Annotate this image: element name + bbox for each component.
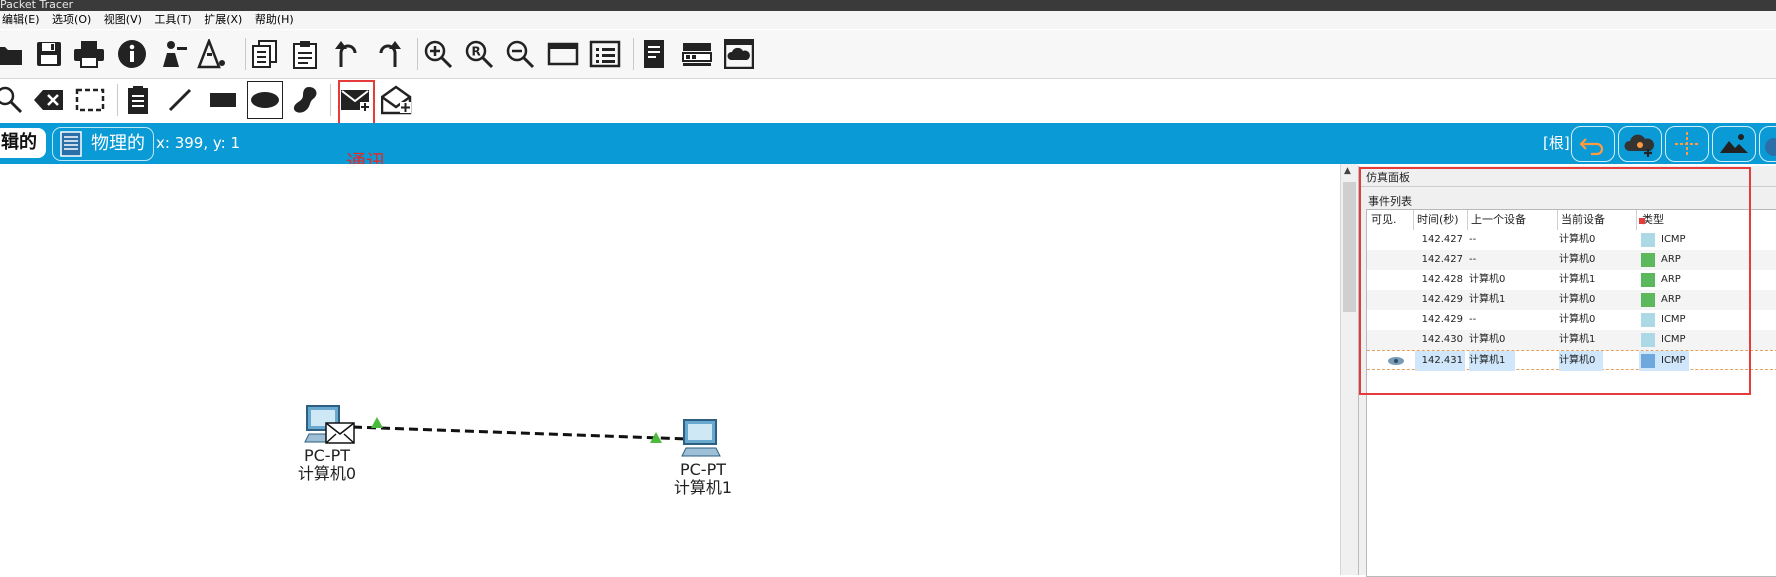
app-title: Packet Tracer [0,0,74,11]
pc0-model: PC-PT [303,446,350,465]
draw-line-icon[interactable] [163,83,197,117]
network-device-icon[interactable] [680,37,714,71]
menu-tools[interactable]: 工具(T) [152,11,198,29]
set-background-button[interactable] [1712,126,1756,162]
draw-ellipse-icon[interactable] [247,81,283,119]
place-note-icon[interactable] [121,83,155,117]
draw-rectangle-icon[interactable] [206,83,240,117]
open-folder-icon[interactable] [0,37,26,71]
delete-icon[interactable] [32,83,66,117]
pc1-device[interactable] [680,418,730,460]
resize-icon[interactable] [73,83,107,117]
print-icon[interactable] [72,37,106,71]
back-button[interactable] [1571,126,1615,162]
pc0-device[interactable] [303,404,355,444]
pc1-label: PC-PT 计算机1 [668,461,738,497]
main-toolbar: R [0,30,1776,79]
link-status-up-left [371,417,383,428]
new-cluster-button[interactable] [1618,126,1662,162]
add-complex-pdu-icon[interactable] [380,83,414,117]
connection-cable [352,425,689,441]
toolbar-separator [417,38,418,70]
physical-tab-label: 物理的 [91,133,145,154]
physical-tab-icon [59,131,83,168]
notes-icon[interactable] [637,37,671,71]
pc1-name: 计算机1 [673,478,733,497]
paste-icon[interactable] [288,37,322,71]
mode-bar: 辑的 物理的 x: 399, y: 1 [根] [0,123,1776,164]
menu-bar: 编辑(E) 选项(O) 视图(V) 工具(T) 扩展(X) 帮助(H) [0,11,1776,29]
freeform-icon[interactable] [288,83,322,117]
info-icon[interactable] [115,37,149,71]
toolbar-separator [330,84,331,116]
scrollbar-thumb[interactable] [1343,182,1356,312]
menu-help[interactable]: 帮助(H) [253,11,301,29]
toolbar-separator [633,38,634,70]
pc0-name: 计算机0 [297,464,357,483]
svg-text:R: R [472,45,481,59]
cloud-icon[interactable] [722,37,756,71]
title-bar: Packet Tracer [0,0,1776,11]
pc-icon [681,419,721,457]
inspect-icon[interactable] [0,83,26,117]
pc1-model: PC-PT [679,460,726,479]
toolbar-separator [245,38,246,70]
copy-icon[interactable] [248,37,282,71]
redo-icon[interactable] [372,37,406,71]
menu-extensions[interactable]: 扩展(X) [202,11,249,29]
physical-tab[interactable]: 物理的 [52,127,154,161]
zoom-out-icon[interactable] [503,37,537,71]
root-breadcrumb[interactable]: [根] [1543,123,1570,164]
pdu-envelope-icon[interactable] [325,422,355,448]
zoom-reset-icon[interactable]: R [462,37,496,71]
pc0-label: PC-PT 计算机0 [292,447,362,483]
highlight-box-pdu [338,80,375,126]
viewport-button[interactable] [1759,126,1776,162]
wizard-icon[interactable] [157,37,191,71]
drawing-palette-icon[interactable] [546,37,580,71]
custom-device-icon[interactable] [588,37,622,71]
zoom-in-icon[interactable] [421,37,455,71]
scroll-up-icon[interactable]: ▲ [1344,166,1351,176]
secondary-toolbar [0,79,1776,123]
topology-drawing [352,417,689,443]
cursor-coordinates: x: 399, y: 1 [156,134,241,152]
highlight-box-events [1359,167,1751,395]
logical-workspace[interactable]: PC-PT 计算机0 PC-PT 计算机1 [0,164,1340,575]
menu-edit[interactable]: 编辑(E) [0,11,47,29]
undo-icon[interactable] [330,37,364,71]
save-icon[interactable] [32,37,66,71]
activity-icon[interactable] [196,37,230,71]
toolbar-separator [117,84,118,116]
workspace-scrollbar[interactable]: ▲ [1340,164,1358,575]
menu-view[interactable]: 视图(V) [102,11,149,29]
logical-tab[interactable]: 辑的 [0,128,46,158]
move-object-button[interactable] [1665,126,1709,162]
menu-options[interactable]: 选项(O) [50,11,98,29]
